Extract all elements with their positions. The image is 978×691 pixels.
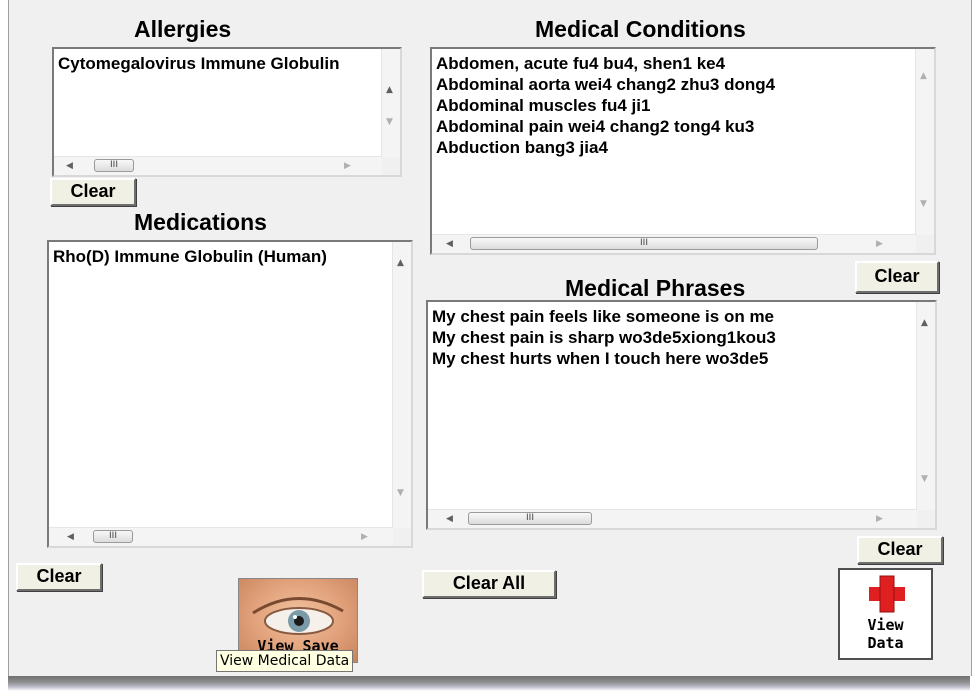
- scroll-up-arrow-icon[interactable]: ▲: [920, 71, 927, 81]
- medications-horizontal-scrollbar[interactable]: ◀ III ▶: [49, 527, 393, 546]
- scroll-corner: [382, 157, 400, 175]
- list-item[interactable]: Abdominal pain wei4 chang2 tong4 ku3: [436, 116, 914, 137]
- allergies-clear-button[interactable]: Clear: [50, 178, 136, 206]
- scroll-up-arrow-icon[interactable]: ▲: [921, 318, 928, 328]
- eye-icon: [252, 597, 344, 635]
- list-item[interactable]: My chest hurts when I touch here wo3de5: [432, 348, 915, 369]
- scroll-right-arrow-icon[interactable]: ▶: [344, 161, 351, 171]
- phrases-vertical-scrollbar[interactable]: ▲ ▼: [916, 302, 935, 510]
- scroll-left-arrow-icon[interactable]: ◀: [67, 532, 74, 542]
- allergies-horizontal-scrollbar[interactable]: ◀ III ▶: [54, 156, 382, 175]
- scroll-thumb[interactable]: III: [94, 159, 134, 172]
- list-item[interactable]: Abdominal muscles fu4 ji1: [436, 95, 914, 116]
- scroll-left-arrow-icon[interactable]: ◀: [446, 239, 453, 249]
- scroll-down-arrow-icon[interactable]: ▼: [920, 199, 927, 209]
- medications-vertical-scrollbar[interactable]: ▲ ▼: [392, 242, 411, 528]
- conditions-clear-button[interactable]: Clear: [855, 261, 939, 293]
- scroll-corner: [917, 510, 935, 528]
- tooltip: View Medical Data: [216, 650, 354, 672]
- conditions-list[interactable]: Abdomen, acute fu4 bu4, shen1 ke4 Abdomin…: [430, 47, 936, 255]
- list-item[interactable]: Abdominal aorta wei4 chang2 zhu3 dong4: [436, 74, 914, 95]
- view-data-label: View Data: [840, 616, 931, 652]
- phrases-list[interactable]: My chest pain feels like someone is on m…: [426, 300, 937, 530]
- window-bottom-border: [8, 676, 970, 691]
- phrases-heading: Medical Phrases: [565, 275, 746, 301]
- medications-heading: Medications: [134, 209, 267, 235]
- allergies-list[interactable]: Cytomegalovirus Immune Globulin ▲ ▼ ◀ II…: [52, 47, 402, 177]
- list-item[interactable]: Rho(D) Immune Globulin (Human): [53, 246, 391, 267]
- conditions-heading: Medical Conditions: [535, 16, 746, 42]
- scroll-down-arrow-icon[interactable]: ▼: [397, 488, 404, 498]
- scroll-thumb[interactable]: III: [468, 512, 592, 525]
- list-item[interactable]: Abduction bang3 jia4: [436, 137, 914, 158]
- scroll-down-arrow-icon[interactable]: ▼: [921, 474, 928, 484]
- medications-list[interactable]: Rho(D) Immune Globulin (Human) ▲ ▼ ◀ III…: [47, 240, 413, 548]
- red-cross-icon: [869, 575, 905, 613]
- scroll-down-arrow-icon[interactable]: ▼: [386, 117, 393, 127]
- scroll-left-arrow-icon[interactable]: ◀: [446, 514, 453, 524]
- allergies-items: Cytomegalovirus Immune Globulin: [58, 53, 380, 138]
- scroll-thumb[interactable]: III: [470, 237, 818, 250]
- allergies-heading: Allergies: [134, 16, 232, 42]
- scroll-right-arrow-icon[interactable]: ▶: [361, 532, 368, 542]
- view-data-line2: Data: [867, 634, 904, 652]
- clear-all-button[interactable]: Clear All: [422, 570, 556, 598]
- phrases-items: My chest pain feels like someone is on m…: [432, 306, 915, 486]
- view-data-button[interactable]: View Data: [838, 568, 933, 660]
- list-item[interactable]: Abdomen, acute fu4 bu4, shen1 ke4: [436, 53, 914, 74]
- scroll-right-arrow-icon[interactable]: ▶: [876, 239, 883, 249]
- list-item[interactable]: Cytomegalovirus Immune Globulin: [58, 53, 380, 74]
- medications-items: Rho(D) Immune Globulin (Human): [53, 246, 391, 506]
- scroll-corner: [916, 235, 934, 253]
- scroll-up-arrow-icon[interactable]: ▲: [386, 85, 393, 95]
- list-item[interactable]: My chest pain feels like someone is on m…: [432, 306, 915, 327]
- scroll-thumb[interactable]: III: [93, 530, 133, 543]
- scroll-corner: [393, 528, 411, 546]
- phrases-horizontal-scrollbar[interactable]: ◀ III ▶: [428, 509, 917, 528]
- scroll-up-arrow-icon[interactable]: ▲: [397, 258, 404, 268]
- conditions-vertical-scrollbar[interactable]: ▲ ▼: [915, 49, 934, 235]
- list-item[interactable]: My chest pain is sharp wo3de5xiong1kou3: [432, 327, 915, 348]
- conditions-horizontal-scrollbar[interactable]: ◀ III ▶: [432, 234, 916, 253]
- medications-clear-button[interactable]: Clear: [16, 563, 102, 591]
- conditions-items: Abdomen, acute fu4 bu4, shen1 ke4 Abdomin…: [436, 53, 914, 213]
- allergies-vertical-scrollbar[interactable]: ▲ ▼: [381, 49, 400, 157]
- phrases-clear-button[interactable]: Clear: [857, 536, 943, 564]
- view-data-line1: View: [867, 616, 904, 634]
- scroll-left-arrow-icon[interactable]: ◀: [66, 161, 73, 171]
- scroll-right-arrow-icon[interactable]: ▶: [876, 514, 883, 524]
